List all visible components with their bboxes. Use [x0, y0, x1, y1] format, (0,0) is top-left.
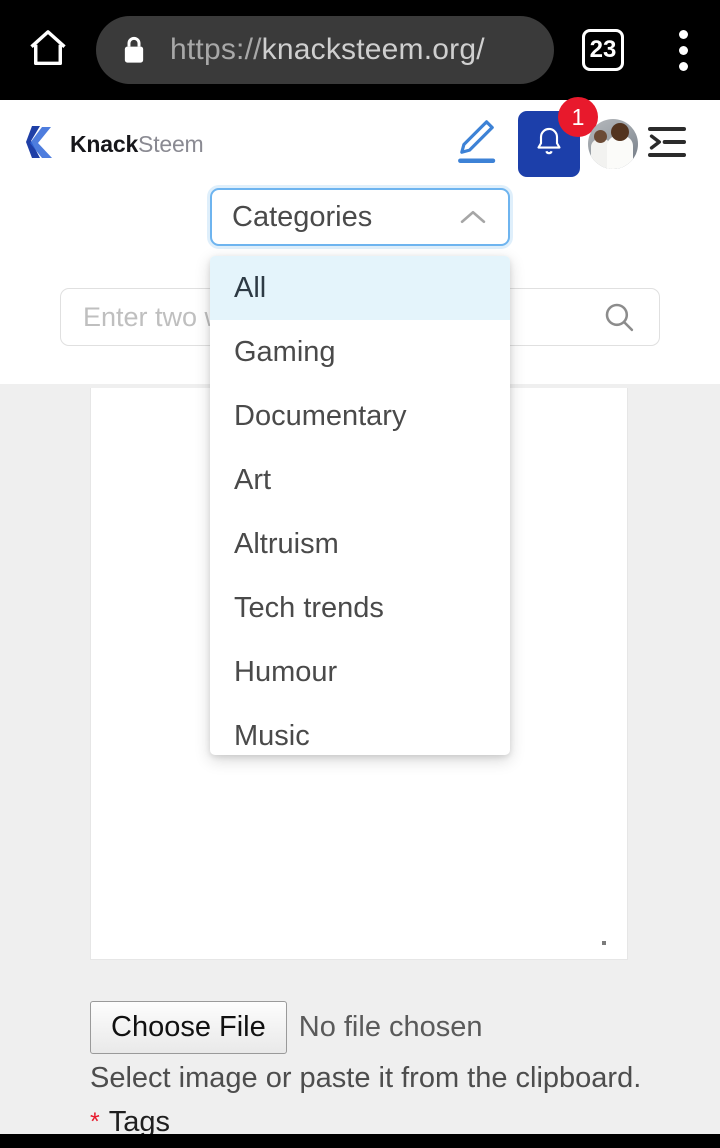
resize-handle[interactable]: [602, 941, 606, 945]
dropdown-option-tech-trends[interactable]: Tech trends: [210, 576, 510, 640]
system-navigation-bar: [0, 1134, 720, 1148]
dropdown-option-all[interactable]: All: [210, 256, 510, 320]
dropdown-option-art[interactable]: Art: [210, 448, 510, 512]
menu-fold-icon: [646, 125, 688, 164]
choose-file-button[interactable]: Choose File: [90, 1001, 287, 1055]
categories-select-label: Categories: [232, 200, 373, 233]
url-scheme: https://: [170, 33, 262, 66]
brand-logo[interactable]: KnackSteem: [26, 124, 204, 165]
browser-menu-button[interactable]: [646, 29, 720, 71]
kebab-menu-icon: [678, 29, 688, 39]
home-icon: [25, 25, 71, 76]
tab-count-label: 23: [582, 29, 624, 71]
url-text: https://knacksteem.org/: [170, 33, 485, 67]
avatar[interactable]: [588, 119, 638, 169]
knacksteem-logo-icon: [26, 124, 60, 165]
app-header: KnackSteem 1: [0, 97, 720, 188]
categories-dropdown-menu[interactable]: All Gaming Documentary Art Altruism Tech…: [210, 256, 510, 755]
edit-post-button[interactable]: [446, 113, 508, 175]
notifications-button[interactable]: 1: [518, 97, 598, 177]
search-icon[interactable]: [601, 299, 637, 335]
lock-icon: [120, 34, 148, 66]
dropdown-option-documentary[interactable]: Documentary: [210, 384, 510, 448]
categories-select[interactable]: Categories: [210, 188, 510, 246]
pencil-edit-icon: [454, 117, 500, 172]
brand-light: Steem: [138, 130, 204, 157]
brand-bold: Knack: [70, 130, 139, 157]
brand-name: KnackSteem: [70, 131, 204, 158]
dropdown-option-humour[interactable]: Humour: [210, 640, 510, 704]
mobile-browser-screen: https://knacksteem.org/ 23 KnackSteem 1 …: [0, 0, 720, 1148]
chevron-up-icon[interactable]: [458, 207, 488, 227]
tab-switcher-button[interactable]: 23: [560, 29, 646, 71]
browser-toolbar: https://knacksteem.org/ 23: [0, 0, 720, 100]
header-actions: 1: [446, 97, 694, 177]
required-asterisk: *: [90, 1108, 100, 1136]
dropdown-option-altruism[interactable]: Altruism: [210, 512, 510, 576]
url-host: knacksteem.org/: [261, 33, 485, 66]
url-bar[interactable]: https://knacksteem.org/: [96, 16, 554, 84]
sidebar-toggle-button[interactable]: [640, 125, 694, 164]
dropdown-option-music[interactable]: Music: [210, 704, 510, 755]
bell-icon: [534, 125, 564, 164]
file-upload-row: Choose File No file chosen: [90, 1001, 483, 1055]
upload-hint-text: Select image or paste it from the clipbo…: [90, 1062, 642, 1094]
dropdown-option-gaming[interactable]: Gaming: [210, 320, 510, 384]
home-button[interactable]: [0, 25, 96, 76]
file-status-text: No file chosen: [298, 1011, 483, 1044]
